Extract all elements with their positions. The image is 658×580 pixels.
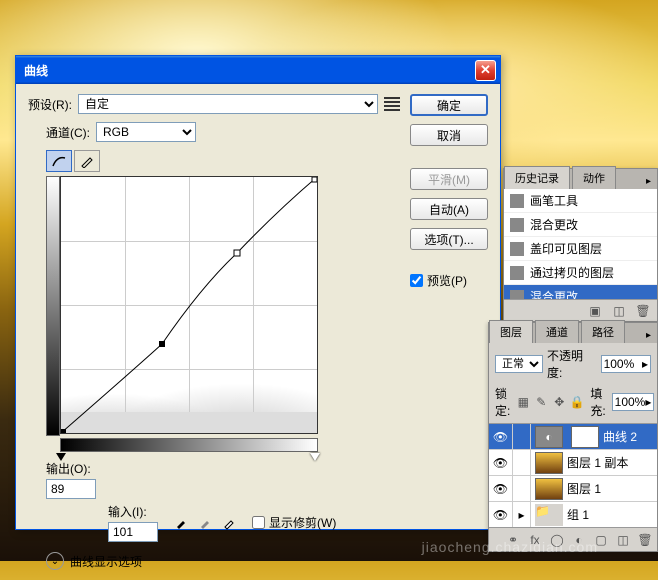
output-gradient: [46, 176, 60, 436]
curves-dialog: 曲线 ✕ 预设(R): 自定 通道(C): RGB: [15, 55, 501, 530]
ok-button[interactable]: 确定: [410, 94, 488, 116]
history-list: 画笔工具 混合更改 盖印可见图层 通过拷贝的图层 混合更改: [504, 189, 657, 299]
white-point-slider[interactable]: [310, 453, 320, 461]
stamp-icon: [510, 242, 524, 256]
lock-transparent-icon[interactable]: ▦: [516, 395, 530, 409]
smooth-button[interactable]: 平滑(M): [410, 168, 488, 190]
lock-position-icon[interactable]: ✥: [552, 395, 566, 409]
tab-layers[interactable]: 图层: [489, 320, 533, 343]
dialog-title: 曲线: [20, 62, 475, 79]
output-input[interactable]: [46, 479, 96, 499]
opacity-label: 不透明度:: [547, 347, 597, 381]
opacity-input[interactable]: 100%▸: [601, 355, 651, 373]
input-input[interactable]: [108, 522, 158, 542]
options-button[interactable]: 选项(T)...: [410, 228, 488, 250]
histogram: [61, 363, 317, 433]
preview-checkbox[interactable]: 预览(P): [410, 272, 488, 289]
tab-channels[interactable]: 通道: [535, 320, 579, 343]
preset-select[interactable]: 自定: [78, 94, 378, 114]
lock-label: 锁定:: [495, 385, 510, 419]
trash-icon[interactable]: 🗑: [635, 303, 651, 319]
expand-options-button[interactable]: ⌄: [46, 552, 64, 570]
tab-history[interactable]: 历史记录: [504, 166, 570, 189]
panel-menu-icon[interactable]: ▸: [640, 174, 657, 189]
gray-eyedropper-icon[interactable]: [196, 514, 214, 532]
watermark: jiaocheng.chazidian.com: [422, 539, 598, 555]
new-snapshot-icon[interactable]: ▣: [587, 303, 603, 319]
visibility-icon[interactable]: 👁: [489, 502, 513, 528]
close-button[interactable]: ✕: [475, 60, 496, 81]
layer-thumb: [535, 478, 563, 500]
tab-actions[interactable]: 动作: [572, 166, 616, 189]
brush-icon: [510, 194, 524, 208]
visibility-icon[interactable]: 👁: [489, 424, 513, 450]
history-item[interactable]: 混合更改: [504, 213, 657, 237]
black-eyedropper-icon[interactable]: [172, 514, 190, 532]
curve-tool-button[interactable]: [46, 150, 72, 172]
tab-paths[interactable]: 路径: [581, 320, 625, 343]
blend-mode-select[interactable]: 正常: [495, 355, 543, 373]
pencil-tool-button[interactable]: [74, 150, 100, 172]
history-item[interactable]: 画笔工具: [504, 189, 657, 213]
layer-name: 图层 1 副本: [567, 454, 628, 471]
link-icon[interactable]: ▸: [513, 502, 531, 528]
new-document-icon[interactable]: ◫: [611, 303, 627, 319]
visibility-icon[interactable]: 👁: [489, 450, 513, 476]
history-item[interactable]: 混合更改: [504, 285, 657, 299]
visibility-icon[interactable]: 👁: [489, 476, 513, 502]
layer-name: 图层 1: [567, 480, 601, 497]
black-point-slider[interactable]: [56, 453, 66, 461]
panel-menu-icon[interactable]: ▸: [640, 328, 657, 343]
link-icon[interactable]: [513, 476, 531, 502]
history-item[interactable]: 通过拷贝的图层: [504, 261, 657, 285]
link-icon[interactable]: [513, 424, 531, 450]
preset-menu-icon[interactable]: [384, 97, 400, 111]
white-eyedropper-icon[interactable]: [220, 514, 238, 532]
fill-label: 填充:: [590, 385, 605, 419]
fill-input[interactable]: 100%▸: [612, 393, 655, 411]
copy-layer-icon: [510, 266, 524, 280]
show-clipping-checkbox[interactable]: 显示修剪(W): [252, 514, 336, 531]
layer-thumb: [535, 452, 563, 474]
layer-name: 组 1: [567, 506, 589, 523]
blend-icon: [510, 290, 524, 300]
layers-panel: 图层 通道 路径 ▸ 正常 不透明度: 100%▸ 锁定: ▦ ✎ ✥ 🔒 填充…: [488, 322, 658, 552]
layer-row[interactable]: 👁 ▸ 📁 组 1: [489, 502, 657, 527]
layer-list: 👁 ◐ 曲线 2 👁 图层 1 副本 👁 图层 1 👁 ▸ 📁 组 1 👁: [489, 424, 657, 527]
lock-all-icon[interactable]: 🔒: [570, 395, 584, 409]
curves-grid[interactable]: [60, 176, 318, 434]
trash-icon[interactable]: 🗑: [637, 532, 653, 548]
layer-row[interactable]: 👁 ◐ 曲线 2: [489, 424, 657, 450]
cancel-button[interactable]: 取消: [410, 124, 488, 146]
layer-name: 曲线 2: [603, 428, 637, 445]
adjustment-thumb: ◐: [535, 426, 563, 448]
preset-label: 预设(R):: [28, 96, 72, 113]
lock-pixels-icon[interactable]: ✎: [534, 395, 548, 409]
mask-thumb: [571, 426, 599, 448]
input-label: 输入(I):: [108, 503, 158, 520]
history-item[interactable]: 盖印可见图层: [504, 237, 657, 261]
curve-options-label: 曲线显示选项: [70, 553, 142, 570]
input-gradient: [60, 438, 318, 452]
dialog-titlebar[interactable]: 曲线 ✕: [16, 56, 500, 84]
channel-select[interactable]: RGB: [96, 122, 196, 142]
new-layer-icon[interactable]: ◫: [615, 532, 631, 548]
layer-row[interactable]: 👁 图层 1 副本: [489, 450, 657, 476]
channel-label: 通道(C):: [46, 124, 90, 141]
link-icon[interactable]: [513, 450, 531, 476]
output-label: 输出(O):: [46, 460, 96, 477]
folder-icon: 📁: [535, 504, 563, 526]
history-panel: 历史记录 动作 ▸ 画笔工具 混合更改 盖印可见图层 通过拷贝的图层 混合更改 …: [503, 168, 658, 322]
auto-button[interactable]: 自动(A): [410, 198, 488, 220]
layer-row[interactable]: 👁 图层 1: [489, 476, 657, 502]
blend-icon: [510, 218, 524, 232]
